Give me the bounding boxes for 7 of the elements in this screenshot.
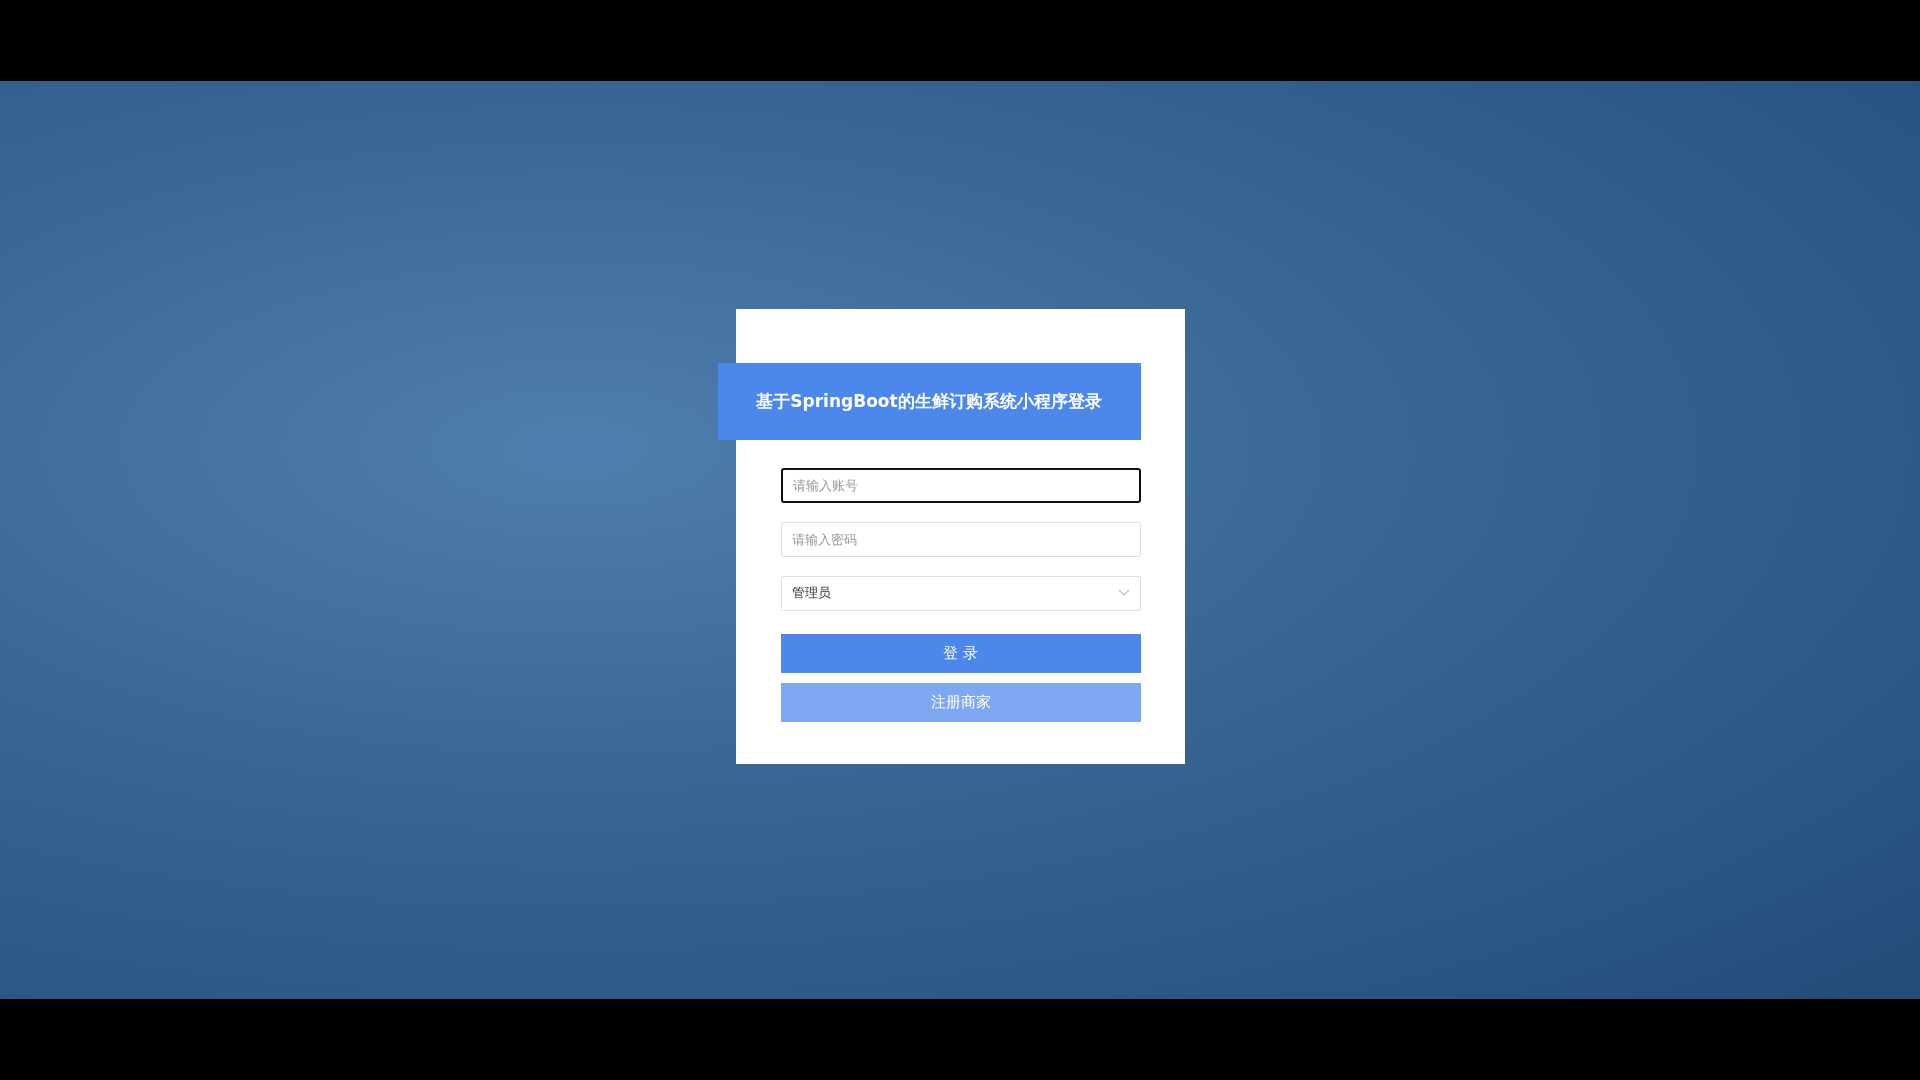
role-select[interactable]: 管理员 xyxy=(780,575,1141,611)
register-button[interactable]: 注册商家 xyxy=(780,682,1141,722)
username-field[interactable]: 请输入账号 xyxy=(780,467,1141,503)
login-button[interactable]: 登 录 xyxy=(780,633,1141,673)
login-title: 基于SpringBoot的生鲜订购系统小程序登录 xyxy=(717,362,1141,440)
password-field[interactable]: 请输入密码 xyxy=(780,521,1141,557)
chevron-down-icon xyxy=(1117,589,1130,597)
